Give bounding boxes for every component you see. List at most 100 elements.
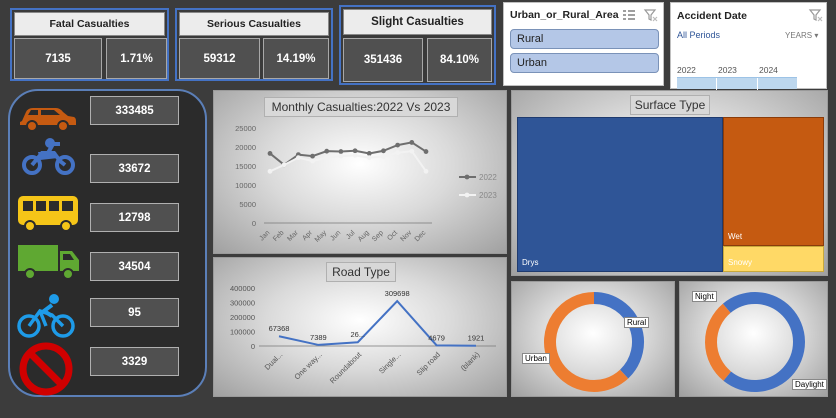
series-line-2022 xyxy=(269,141,427,167)
light-donut-chart[interactable]: Daylight Night xyxy=(679,281,828,397)
x-tick-label: (blank) xyxy=(459,350,482,373)
data-point-2023 xyxy=(295,155,301,161)
data-point-2023 xyxy=(381,154,386,159)
tile-label: Wet xyxy=(728,232,743,241)
kpi-slight-count: 351436 xyxy=(343,38,423,82)
y-tick-label: 20000 xyxy=(235,143,256,152)
data-point-2022 xyxy=(267,151,273,156)
area-donut-plot xyxy=(544,292,644,392)
area-donut-chart[interactable]: Rural Urban xyxy=(511,281,675,397)
tile-label: Snowy xyxy=(728,258,753,267)
data-label: 26... xyxy=(351,330,366,339)
clear-filter-icon[interactable] xyxy=(808,7,824,23)
x-tick-label: Single... xyxy=(377,350,403,376)
legend-label-2022: 2022 xyxy=(479,173,497,182)
x-tick-label: Mar xyxy=(286,229,300,243)
kpi-fatal: Fatal Casualties 7135 1.71% xyxy=(10,8,169,81)
vehicle-type-panel: 333485 33672 12798 34504 95 3329 xyxy=(8,89,207,397)
kpi-serious: Serious Casualties 59312 14.19% xyxy=(175,8,333,81)
all-periods-label: All Periods xyxy=(677,30,721,40)
bus-icon xyxy=(18,196,78,232)
slicer-item-urban[interactable]: Urban xyxy=(510,53,659,73)
kpi-slight: Slight Casualties 351436 84.10% xyxy=(339,5,496,85)
x-tick-label: Slip road xyxy=(415,350,442,377)
time-level-dropdown[interactable]: YEARS ▾ xyxy=(785,31,818,40)
bicycle-icon xyxy=(17,294,75,338)
legend-marker-2023 xyxy=(464,192,470,198)
surface-type-chart[interactable]: Surface Type Drys Wet Snowy xyxy=(511,90,828,276)
x-tick-label: Jul xyxy=(345,229,357,241)
timeline-year-2023: 2023 xyxy=(718,65,737,75)
kpi-slight-pct: 84.10% xyxy=(427,38,492,82)
slicer-title: Urban_or_Rural_Area xyxy=(510,9,619,21)
y-tick-label: 5000 xyxy=(239,200,256,209)
data-label: 1921 xyxy=(468,334,485,343)
x-tick-label: Nov xyxy=(399,229,413,243)
data-point-2023 xyxy=(395,150,401,156)
multi-select-icon[interactable] xyxy=(621,7,637,23)
clear-filter-icon[interactable] xyxy=(643,7,659,23)
slicer-item-rural[interactable]: Rural xyxy=(510,29,659,49)
date-slicer-title: Accident Date xyxy=(677,10,748,22)
y-tick-label: 100000 xyxy=(230,328,255,337)
treemap-tile-wet[interactable]: Wet xyxy=(723,117,824,246)
kpi-slight-label: Slight Casualties xyxy=(343,9,492,35)
data-point-2022 xyxy=(395,142,401,148)
data-point-2022 xyxy=(310,153,315,159)
y-tick-label: 400000 xyxy=(230,284,255,293)
data-point-2022 xyxy=(366,151,372,156)
data-point-2023 xyxy=(423,168,429,174)
data-point-2023 xyxy=(366,155,372,161)
bicycle-count: 95 xyxy=(90,298,179,327)
car-count: 333485 xyxy=(90,96,179,125)
x-tick-label: Apr xyxy=(301,229,314,242)
tile-label: Drys xyxy=(522,258,539,267)
accident-date-slicer[interactable]: Accident Date All Periods YEARS ▾ 2022 2… xyxy=(670,2,827,90)
data-point-2023 xyxy=(281,162,287,168)
donut-label-night: Night xyxy=(692,291,717,302)
data-label: 309698 xyxy=(385,289,410,298)
data-label: 7389 xyxy=(310,333,327,342)
kpi-fatal-count: 7135 xyxy=(14,38,102,79)
data-point-2022 xyxy=(423,149,429,154)
kpi-fatal-pct: 1.71% xyxy=(106,38,167,79)
data-label: 4679 xyxy=(428,333,445,342)
chart-title: Surface Type xyxy=(630,95,710,115)
bus-count: 12798 xyxy=(90,203,179,232)
x-tick-label: Aug xyxy=(357,229,371,243)
data-point-2022 xyxy=(381,148,386,154)
road-type-chart[interactable]: Road Type 0 100000 200000 300000 400000 67368… xyxy=(213,257,507,397)
x-tick-label: Dual... xyxy=(263,350,285,372)
monthly-casualties-chart[interactable]: Monthly Casualties:2022 Vs 2023 0 5000 100… xyxy=(213,90,507,254)
data-label: 67368 xyxy=(269,324,290,333)
monthly-plot: 0 5000 10000 15000 20000 25000 Jan Feb Mar Apr May… xyxy=(235,124,497,244)
x-tick-label: Dec xyxy=(414,229,428,243)
treemap-tile-snowy[interactable]: Snowy xyxy=(723,246,824,272)
series-line-2023 xyxy=(269,150,427,173)
treemap-tile-drys[interactable]: Drys xyxy=(517,117,723,272)
data-point-2023 xyxy=(352,152,358,158)
road-type-plot: 0 100000 200000 300000 400000 67368 7389 26... 3… xyxy=(230,284,496,385)
y-tick-label: 0 xyxy=(252,219,256,228)
car-icon xyxy=(20,108,76,132)
data-point-2023 xyxy=(409,148,415,154)
data-point-2023 xyxy=(310,158,315,164)
timeline-year-2024: 2024 xyxy=(759,65,778,75)
other-vehicle-count: 3329 xyxy=(90,347,179,376)
timeline-bar[interactable] xyxy=(677,77,797,90)
kpi-serious-pct: 14.19% xyxy=(263,38,329,79)
legend-marker-2022 xyxy=(464,174,470,180)
y-tick-label: 300000 xyxy=(230,299,255,308)
truck-count: 34504 xyxy=(90,252,179,281)
x-tick-label: May xyxy=(314,229,329,244)
data-point-2022 xyxy=(352,148,358,154)
kpi-serious-label: Serious Casualties xyxy=(179,12,329,36)
x-tick-label: Oct xyxy=(386,229,399,242)
kpi-serious-count: 59312 xyxy=(179,38,260,79)
data-point-2022 xyxy=(338,149,344,154)
urban-rural-slicer[interactable]: Urban_or_Rural_Area Rural Urban xyxy=(503,2,664,86)
chevron-down-icon: ▾ xyxy=(814,31,819,40)
y-tick-label: 200000 xyxy=(230,313,255,322)
data-point-2023 xyxy=(267,168,273,174)
truck-icon xyxy=(18,245,79,280)
